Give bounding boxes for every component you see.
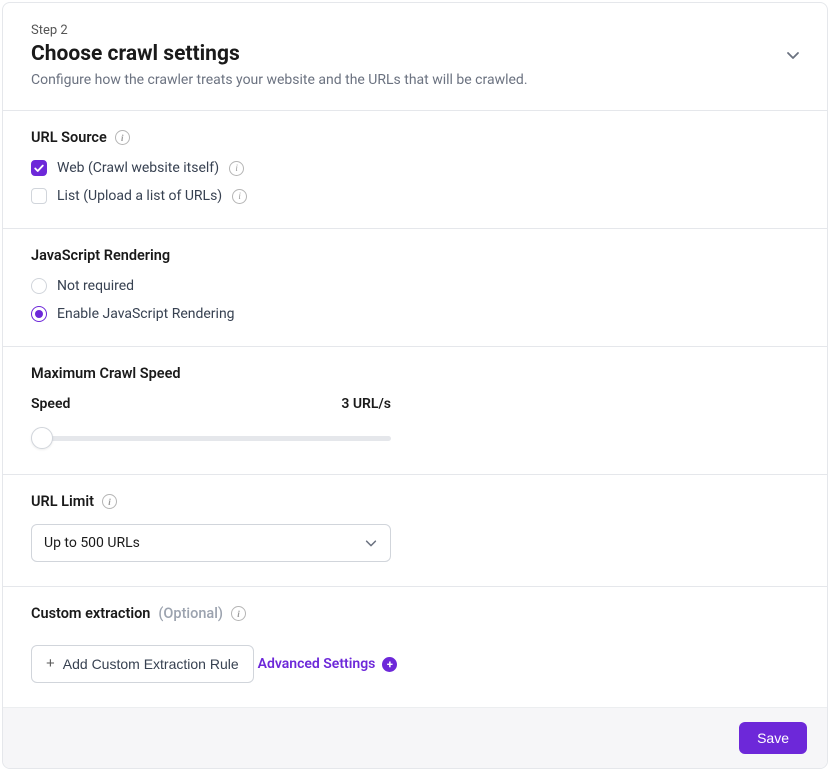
info-icon[interactable]: i bbox=[232, 189, 247, 204]
info-icon[interactable]: i bbox=[102, 494, 117, 509]
url-source-title: URL Source i bbox=[31, 129, 799, 146]
slider-thumb[interactable] bbox=[31, 427, 53, 449]
info-icon[interactable]: i bbox=[229, 161, 244, 176]
checkbox-web[interactable] bbox=[31, 160, 47, 176]
speed-readout: Speed 3 URL/s bbox=[31, 396, 391, 412]
url-source-section: URL Source i Web (Crawl website itself) … bbox=[3, 110, 827, 228]
card-header: Step 2 Choose crawl settings Configure h… bbox=[3, 3, 827, 110]
js-rendering-title: JavaScript Rendering bbox=[31, 247, 799, 264]
url-limit-section: URL Limit i Up to 500 URLs bbox=[3, 474, 827, 586]
option-label: Not required bbox=[57, 278, 134, 294]
select-value: Up to 500 URLs bbox=[44, 535, 140, 551]
button-label: Add Custom Extraction Rule bbox=[63, 656, 239, 672]
card-footer: Save bbox=[3, 707, 827, 768]
chevron-down-icon bbox=[364, 536, 378, 550]
js-enable-option[interactable]: Enable JavaScript Rendering bbox=[31, 306, 799, 322]
add-extraction-rule-button[interactable]: + Add Custom Extraction Rule bbox=[31, 645, 254, 683]
optional-label: (Optional) bbox=[158, 605, 223, 622]
info-icon[interactable]: i bbox=[115, 130, 130, 145]
section-title-label: JavaScript Rendering bbox=[31, 247, 170, 264]
url-limit-title: URL Limit i bbox=[31, 493, 799, 510]
page-title: Choose crawl settings bbox=[31, 42, 799, 66]
speed-value: 3 URL/s bbox=[341, 396, 391, 412]
plus-circle-icon: + bbox=[382, 657, 397, 672]
section-title-label: Maximum Crawl Speed bbox=[31, 365, 181, 382]
speed-slider[interactable] bbox=[31, 426, 391, 450]
section-title-label: URL Limit bbox=[31, 493, 94, 510]
js-not-required-option[interactable]: Not required bbox=[31, 278, 799, 294]
checkbox-list[interactable] bbox=[31, 188, 47, 204]
option-label: List (Upload a list of URLs) bbox=[57, 188, 222, 204]
custom-extraction-title: Custom extraction (Optional) i bbox=[31, 605, 799, 622]
section-title-label: Custom extraction bbox=[31, 605, 150, 622]
url-limit-select[interactable]: Up to 500 URLs bbox=[31, 524, 391, 562]
collapse-toggle[interactable] bbox=[785, 47, 801, 63]
chevron-down-icon bbox=[785, 47, 801, 63]
url-source-list-option[interactable]: List (Upload a list of URLs) i bbox=[31, 188, 799, 204]
speed-label: Speed bbox=[31, 396, 70, 412]
radio-enable[interactable] bbox=[31, 306, 47, 322]
radio-not-required[interactable] bbox=[31, 278, 47, 294]
save-button[interactable]: Save bbox=[739, 722, 807, 754]
section-title-label: URL Source bbox=[31, 129, 107, 146]
advanced-settings-toggle[interactable]: Advanced Settings + bbox=[258, 656, 398, 672]
option-label: Web (Crawl website itself) bbox=[57, 160, 219, 176]
check-icon bbox=[34, 164, 44, 173]
option-label: Enable JavaScript Rendering bbox=[57, 306, 235, 322]
advanced-label: Advanced Settings bbox=[258, 656, 376, 672]
crawl-settings-card: Step 2 Choose crawl settings Configure h… bbox=[2, 2, 828, 769]
custom-extraction-section: Custom extraction (Optional) i + Add Cus… bbox=[3, 586, 827, 707]
crawl-speed-section: Maximum Crawl Speed Speed 3 URL/s bbox=[3, 346, 827, 474]
step-label: Step 2 bbox=[31, 23, 799, 38]
plus-icon: + bbox=[46, 656, 55, 671]
url-source-web-option[interactable]: Web (Crawl website itself) i bbox=[31, 160, 799, 176]
page-subtitle: Configure how the crawler treats your we… bbox=[31, 72, 799, 88]
slider-track bbox=[31, 436, 391, 441]
info-icon[interactable]: i bbox=[231, 606, 246, 621]
crawl-speed-title: Maximum Crawl Speed bbox=[31, 365, 799, 382]
js-rendering-section: JavaScript Rendering Not required Enable… bbox=[3, 228, 827, 346]
